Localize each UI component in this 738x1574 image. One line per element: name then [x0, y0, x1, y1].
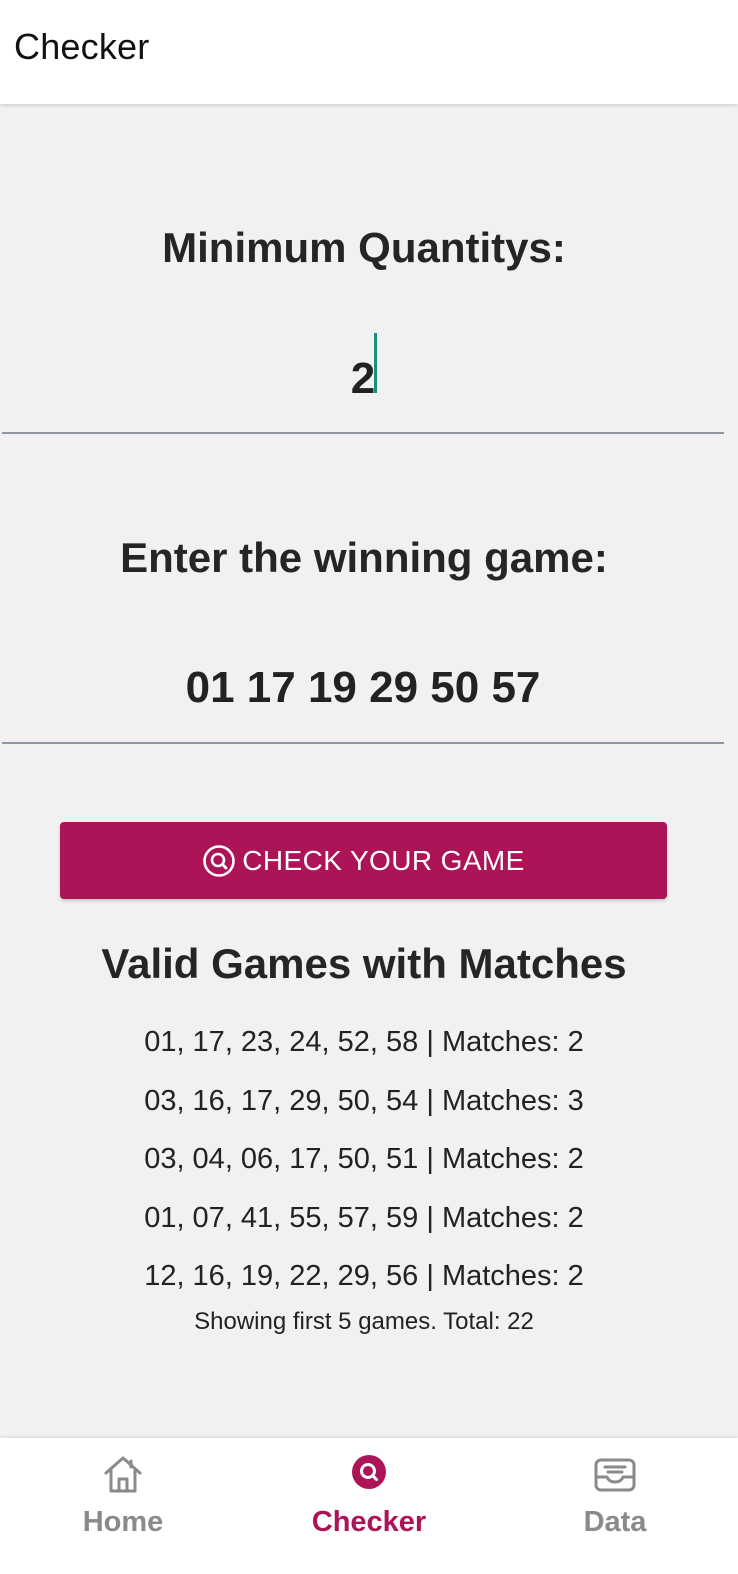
page-title: Checker — [14, 26, 150, 67]
search-circle-icon — [202, 844, 236, 878]
home-icon — [101, 1452, 145, 1496]
nav-label-data: Data — [583, 1506, 647, 1538]
app-root: Checker Minimum Quantitys: Enter the win… — [0, 0, 738, 1574]
winning-game-input[interactable] — [2, 634, 724, 744]
nav-label-home: Home — [82, 1506, 164, 1538]
list-item: 12, 16, 19, 22, 29, 56 | Matches: 2 — [144, 1260, 584, 1292]
list-item: 03, 04, 06, 17, 50, 51 | Matches: 2 — [144, 1143, 584, 1175]
checker-content: Minimum Quantitys: Enter the winning gam… — [0, 104, 738, 1438]
results-title: Valid Games with Matches — [101, 940, 627, 987]
nav-item-data[interactable]: Data — [492, 1438, 738, 1574]
nav-item-checker[interactable]: Checker — [246, 1438, 492, 1574]
minimum-quantity-label: Minimum Quantitys: — [162, 224, 566, 271]
results-summary: Showing first 5 games. Total: 22 — [194, 1308, 534, 1335]
bottom-navigation: Home Checker Data — [0, 1438, 738, 1574]
top-app-bar: Checker — [0, 0, 738, 104]
list-item: 01, 17, 23, 24, 52, 58 | Matches: 2 — [144, 1026, 584, 1058]
winning-game-label: Enter the winning game: — [120, 534, 608, 581]
search-circle-icon — [347, 1452, 391, 1496]
minimum-quantity-input[interactable] — [2, 326, 724, 434]
check-your-game-label: CHECK YOUR GAME — [242, 844, 525, 876]
inbox-icon — [593, 1452, 637, 1496]
list-item: 01, 07, 41, 55, 57, 59 | Matches: 2 — [144, 1201, 584, 1234]
nav-label-checker: Checker — [311, 1506, 427, 1538]
text-cursor — [374, 333, 377, 393]
results-list: 01, 17, 23, 24, 52, 58 | Matches: 2 03, … — [0, 1022, 728, 1315]
list-item: 03, 16, 17, 29, 50, 54 | Matches: 3 — [144, 1084, 584, 1117]
nav-item-home[interactable]: Home — [0, 1438, 246, 1574]
check-your-game-button[interactable]: CHECK YOUR GAME — [60, 822, 667, 899]
